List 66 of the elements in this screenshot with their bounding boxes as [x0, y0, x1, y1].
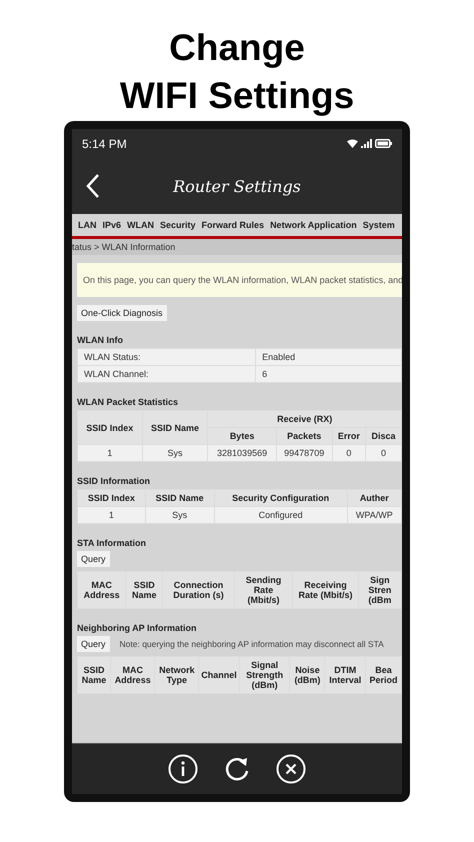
column-header: Noise (dBm): [290, 657, 324, 693]
section-title: STA Information: [77, 538, 147, 548]
signal-icon: [361, 139, 372, 148]
breadcrumb: tatus > WLAN Information: [72, 239, 402, 255]
table-cell: 1: [78, 507, 145, 523]
column-header: Receive (RX): [208, 411, 401, 427]
wifi-icon: [347, 139, 358, 148]
field-value: Enabled: [256, 349, 401, 365]
nav-tab[interactable]: Forward Rules: [202, 218, 264, 232]
query-button[interactable]: Query: [77, 636, 110, 652]
app-title: Router Settings: [173, 176, 301, 196]
column-header: SSID Name: [142, 411, 208, 444]
column-header: SSID Index: [78, 490, 145, 506]
section-title: SSID Information: [77, 476, 152, 486]
column-header: Auther: [348, 490, 401, 506]
nav-tab[interactable]: Security: [160, 218, 196, 232]
section-title: Neighboring AP Information: [77, 623, 198, 633]
status-time: 5:14 PM: [82, 136, 127, 150]
table-cell: WPA/WP: [348, 507, 401, 523]
column-header: Network Type: [155, 657, 198, 693]
battery-icon: [375, 139, 392, 148]
column-header: Security Configuration: [214, 490, 347, 506]
headline: WIFI Settings: [120, 74, 354, 118]
field-label: WLAN Channel:: [78, 366, 256, 382]
table-cell: Sys: [146, 507, 214, 523]
column-header: SSID Name: [126, 572, 162, 608]
column-header: Signal Strength (dBm): [240, 657, 290, 693]
headline: Change: [169, 26, 305, 70]
column-header: Error: [332, 428, 366, 444]
table-cell: 0: [366, 445, 401, 461]
column-header: MAC Address: [111, 657, 154, 693]
nav-tab[interactable]: IPv6: [102, 218, 122, 232]
diagnosis-button[interactable]: One-Click Diagnosis: [77, 305, 167, 321]
column-header: Bea Period: [366, 657, 401, 693]
section-title: WLAN Info: [77, 335, 124, 345]
column-header: Connection Duration (s): [163, 572, 234, 608]
query-button[interactable]: Query: [77, 551, 110, 567]
column-header: SSID Index: [78, 411, 142, 444]
info-icon[interactable]: [168, 754, 198, 784]
nav-tab[interactable]: Network Application: [270, 218, 357, 232]
table-cell: 0: [332, 445, 366, 461]
column-header: Sending Rate (Mbit/s): [234, 572, 292, 608]
table-cell: 99478709: [276, 445, 332, 461]
table-cell: 3281039569: [208, 445, 276, 461]
back-icon: [86, 174, 100, 198]
column-header: Sign Stren (dBm: [358, 572, 401, 608]
column-header: Disca: [366, 428, 401, 444]
nav-tab[interactable]: System: [362, 218, 395, 232]
nav-tab[interactable]: LAN: [78, 218, 96, 232]
nav-tab[interactable]: WLAN: [127, 218, 154, 232]
table-cell: Sys: [142, 445, 208, 461]
table-cell: Configured: [214, 507, 347, 523]
column-header: Packets: [276, 428, 332, 444]
column-header: SSID Name: [146, 490, 214, 506]
column-header: Receiving Rate (Mbit/s): [293, 572, 358, 608]
field-label: WLAN Status:: [78, 349, 256, 365]
column-header: Channel: [199, 657, 239, 693]
column-header: SSID Name: [78, 657, 110, 693]
close-icon[interactable]: [276, 754, 306, 784]
column-header: Bytes: [208, 428, 276, 444]
column-header: MAC Address: [78, 572, 126, 608]
field-value: 6: [256, 366, 401, 382]
column-header: DTIM Interval: [325, 657, 366, 693]
section-title: WLAN Packet Statistics: [77, 397, 180, 407]
note-text: Note: querying the neighboring AP information may disconnect all STA: [120, 639, 384, 649]
table-cell: 1: [78, 445, 142, 461]
